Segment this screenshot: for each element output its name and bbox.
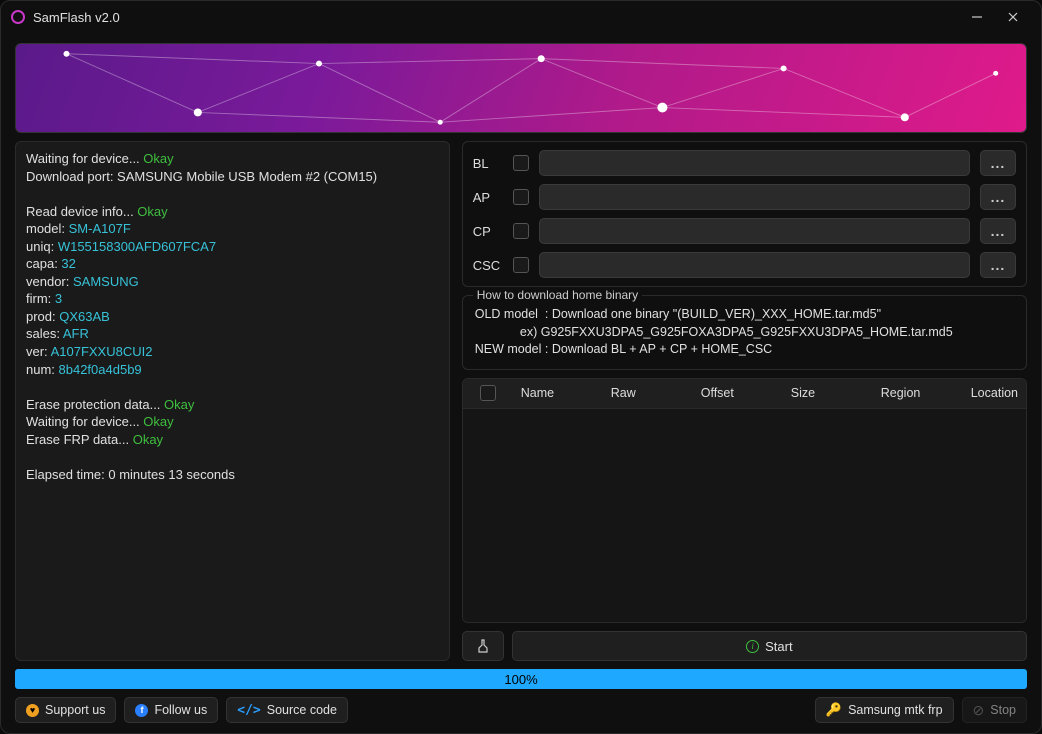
browse-button-ap[interactable]: ... xyxy=(980,184,1016,210)
brush-icon xyxy=(475,638,491,654)
stop-icon: ⊘ xyxy=(973,702,985,719)
samsung-frp-button[interactable]: 🔑Samsung mtk frp xyxy=(815,697,954,723)
banner-image xyxy=(15,43,1027,133)
slot-label: AP xyxy=(473,190,503,205)
slot-input-ap[interactable] xyxy=(539,184,970,210)
col-offset: Offset xyxy=(693,386,783,400)
slot-input-cp[interactable] xyxy=(539,218,970,244)
howto-legend: How to download home binary xyxy=(473,288,642,302)
slot-label: CP xyxy=(473,224,503,239)
col-name: Name xyxy=(513,386,603,400)
browse-button-cp[interactable]: ... xyxy=(980,218,1016,244)
table-checkbox-all[interactable] xyxy=(480,385,496,401)
app-title: SamFlash v2.0 xyxy=(33,10,120,25)
slot-checkbox-ap[interactable] xyxy=(513,189,529,205)
browse-button-csc[interactable]: ... xyxy=(980,252,1016,278)
source-button[interactable]: </>Source code xyxy=(226,697,348,723)
howto-text: OLD model : Download one binary "(BUILD_… xyxy=(475,306,1014,359)
browse-button-bl[interactable]: ... xyxy=(980,150,1016,176)
progress-bar: 100% xyxy=(15,669,1027,689)
col-location: Location xyxy=(963,386,1026,400)
table-header: Name Raw Offset Size Region Location xyxy=(463,379,1026,409)
close-button[interactable] xyxy=(995,3,1031,31)
partition-table: Name Raw Offset Size Region Location xyxy=(462,378,1027,624)
minimize-button[interactable] xyxy=(959,3,995,31)
titlebar: SamFlash v2.0 xyxy=(1,1,1041,33)
slot-label: CSC xyxy=(473,258,503,273)
slot-input-bl[interactable] xyxy=(539,150,970,176)
stop-button[interactable]: ⊘Stop xyxy=(962,697,1027,723)
slot-checkbox-bl[interactable] xyxy=(513,155,529,171)
slot-row-cp: CP ... xyxy=(473,218,1016,244)
footer-bar: ♥Support us fFollow us </>Source code 🔑S… xyxy=(15,697,1027,723)
code-icon: </> xyxy=(237,703,260,718)
follow-icon: f xyxy=(135,704,148,717)
support-button[interactable]: ♥Support us xyxy=(15,697,116,723)
col-size: Size xyxy=(783,386,873,400)
slot-row-ap: AP ... xyxy=(473,184,1016,210)
slot-input-csc[interactable] xyxy=(539,252,970,278)
app-logo-icon xyxy=(11,10,25,24)
col-raw: Raw xyxy=(603,386,693,400)
clear-button[interactable] xyxy=(462,631,504,661)
table-body xyxy=(463,409,1026,623)
slot-checkbox-csc[interactable] xyxy=(513,257,529,273)
firmware-slots: BL ... AP ... CP . xyxy=(462,141,1027,287)
follow-button[interactable]: fFollow us xyxy=(124,697,218,723)
support-icon: ♥ xyxy=(26,704,39,717)
slot-row-bl: BL ... xyxy=(473,150,1016,176)
slot-label: BL xyxy=(473,156,503,171)
start-label: Start xyxy=(765,639,792,654)
start-button[interactable]: i Start xyxy=(512,631,1027,661)
slot-row-csc: CSC ... xyxy=(473,252,1016,278)
log-panel: Waiting for device... Okay Download port… xyxy=(15,141,450,661)
howto-panel: How to download home binary OLD model : … xyxy=(462,295,1027,370)
slot-checkbox-cp[interactable] xyxy=(513,223,529,239)
info-icon: i xyxy=(746,640,759,653)
col-region: Region xyxy=(873,386,963,400)
app-window: SamFlash v2.0 Waiting for device... Okay… xyxy=(0,0,1042,734)
key-icon: 🔑 xyxy=(826,702,842,718)
